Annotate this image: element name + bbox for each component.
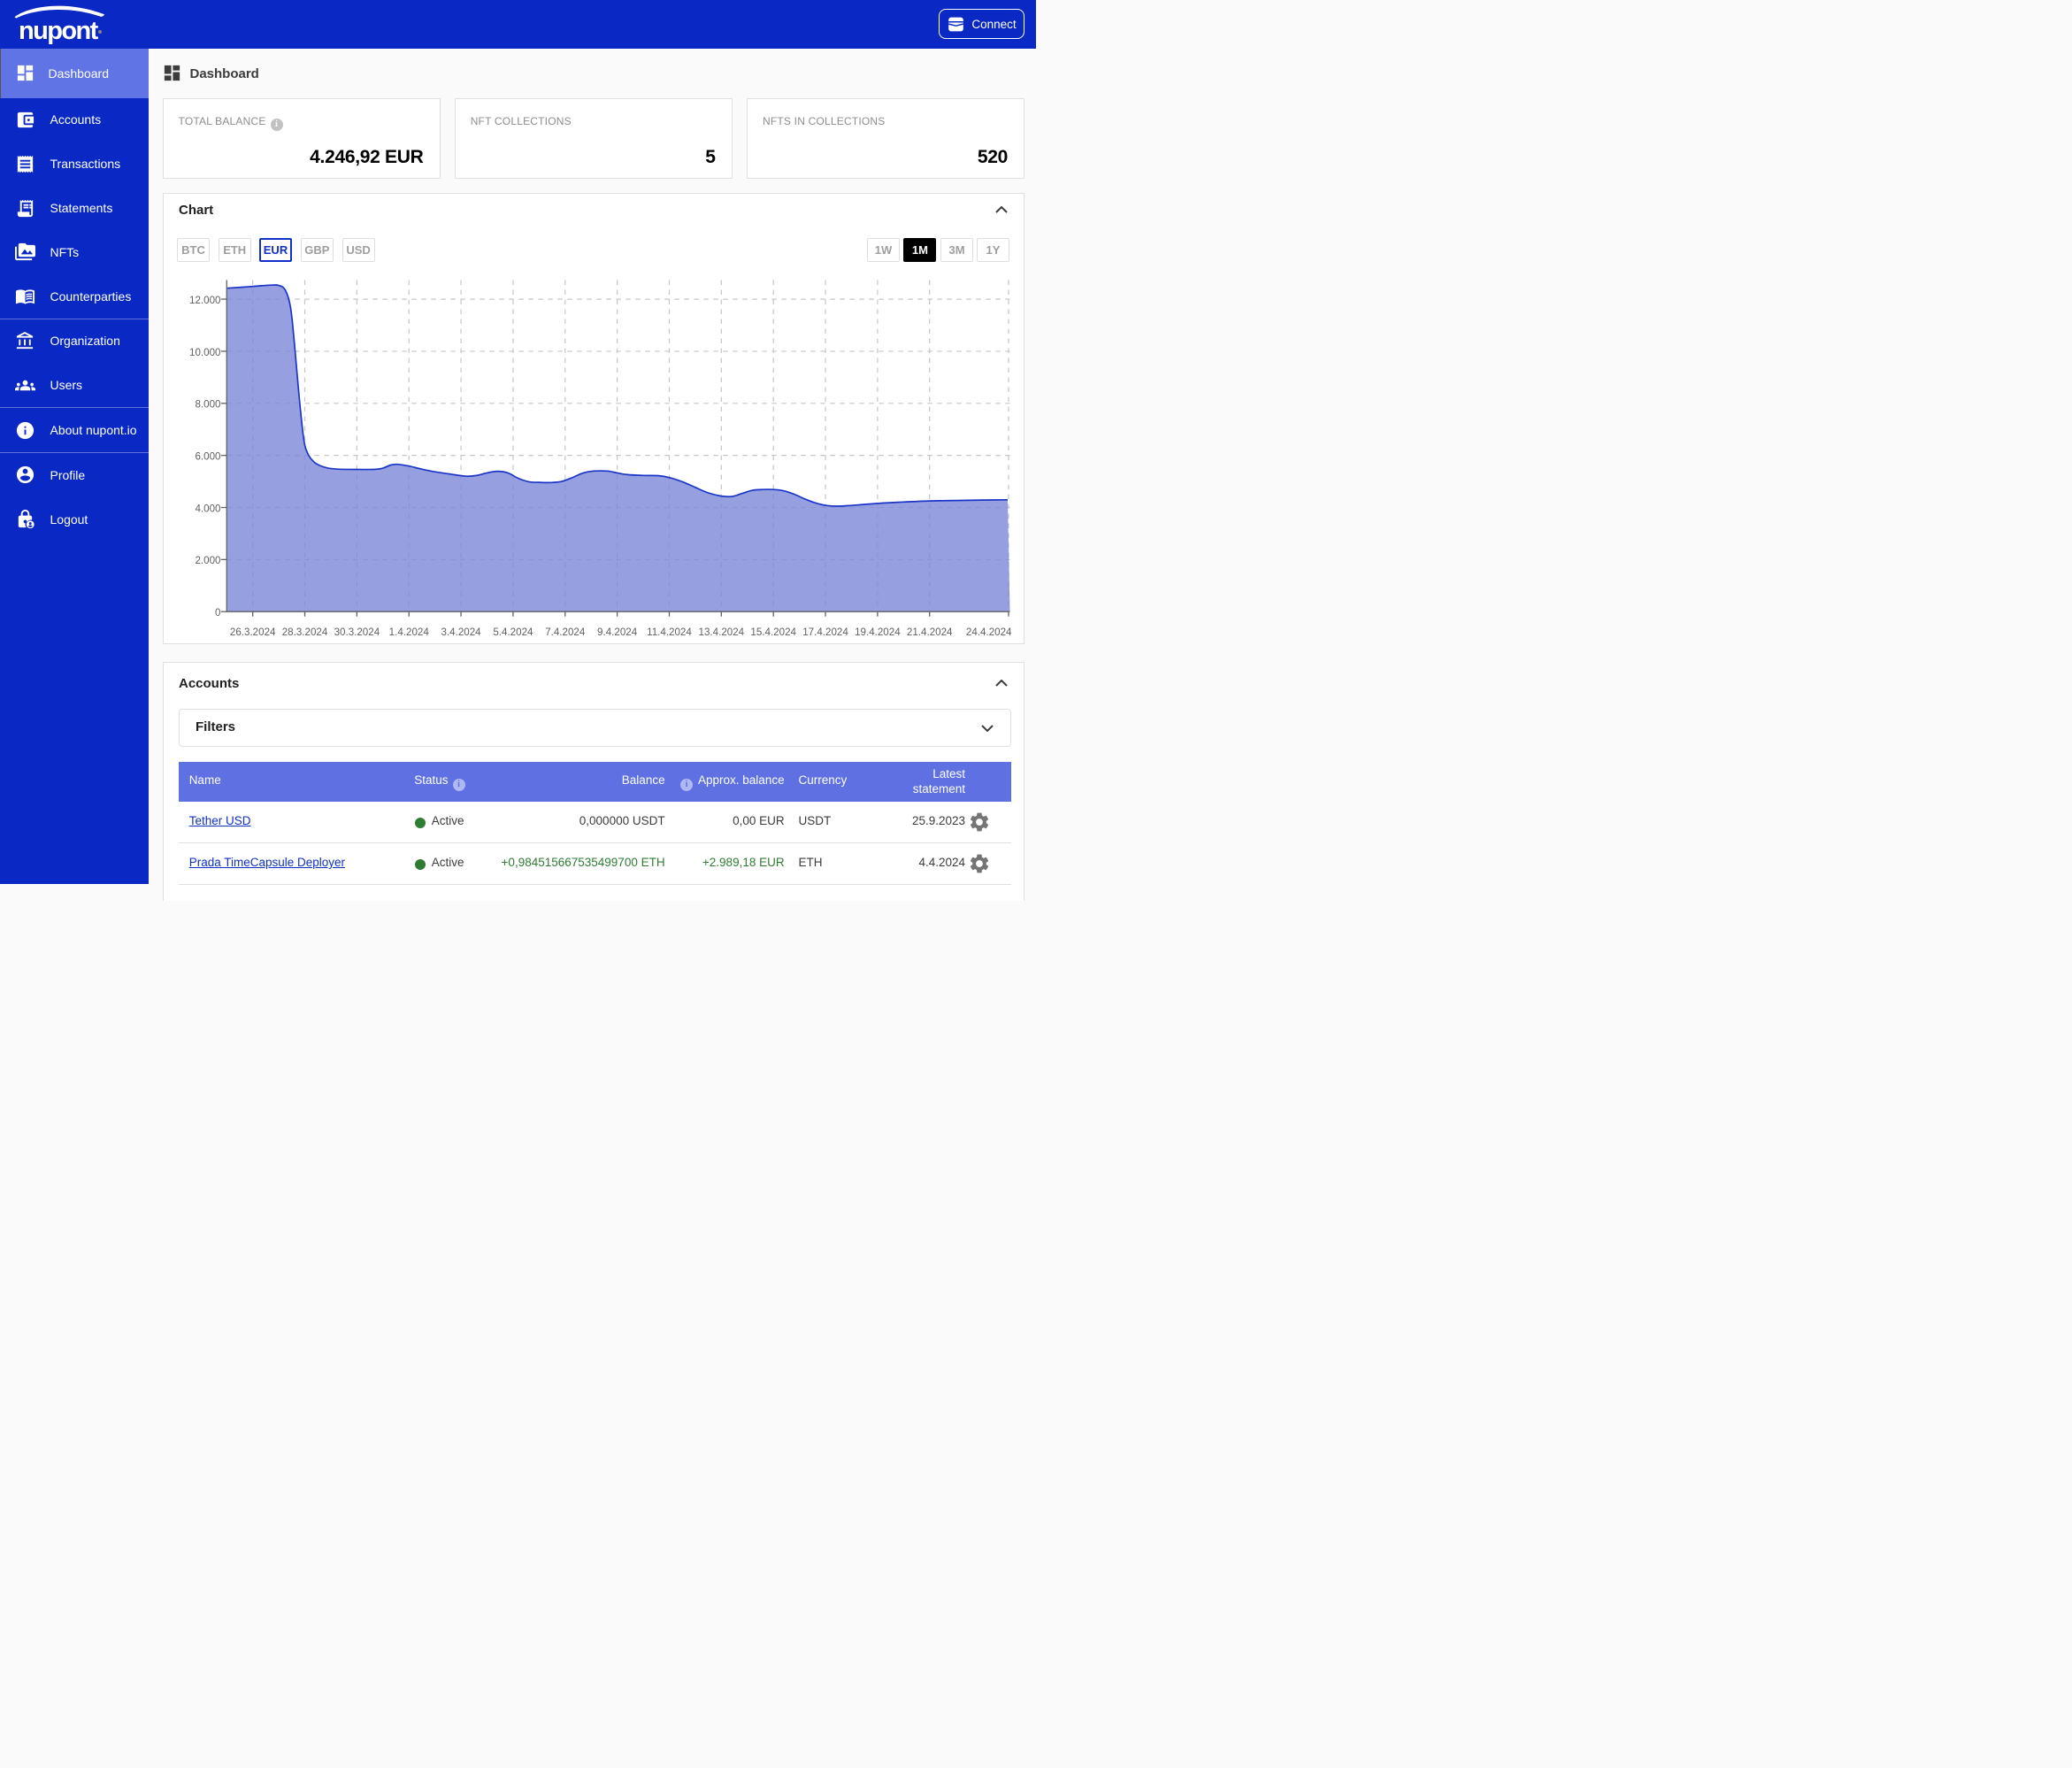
svg-text:9.4.2024: 9.4.2024 (597, 626, 638, 638)
svg-text:12.000: 12.000 (189, 295, 220, 306)
svg-text:7.4.2024: 7.4.2024 (545, 626, 586, 638)
svg-text:0: 0 (215, 607, 220, 619)
svg-text:26.3.2024: 26.3.2024 (229, 626, 275, 638)
svg-text:17.4.2024: 17.4.2024 (802, 626, 848, 638)
svg-text:28.3.2024: 28.3.2024 (281, 626, 327, 638)
svg-text:6.000: 6.000 (195, 450, 220, 462)
svg-text:15.4.2024: 15.4.2024 (750, 626, 796, 638)
svg-text:1.4.2024: 1.4.2024 (388, 626, 429, 638)
svg-text:30.3.2024: 30.3.2024 (334, 626, 380, 638)
svg-text:13.4.2024: 13.4.2024 (698, 626, 744, 638)
svg-text:24.4.2024: 24.4.2024 (965, 626, 1011, 638)
svg-text:3.4.2024: 3.4.2024 (441, 626, 481, 638)
svg-text:19.4.2024: 19.4.2024 (855, 626, 901, 638)
svg-text:8.000: 8.000 (195, 399, 220, 411)
svg-text:10.000: 10.000 (189, 347, 220, 358)
svg-text:5.4.2024: 5.4.2024 (493, 626, 533, 638)
svg-text:2.000: 2.000 (195, 555, 220, 566)
svg-text:11.4.2024: 11.4.2024 (647, 626, 692, 638)
svg-text:21.4.2024: 21.4.2024 (906, 626, 952, 638)
svg-text:4.000: 4.000 (195, 503, 220, 514)
